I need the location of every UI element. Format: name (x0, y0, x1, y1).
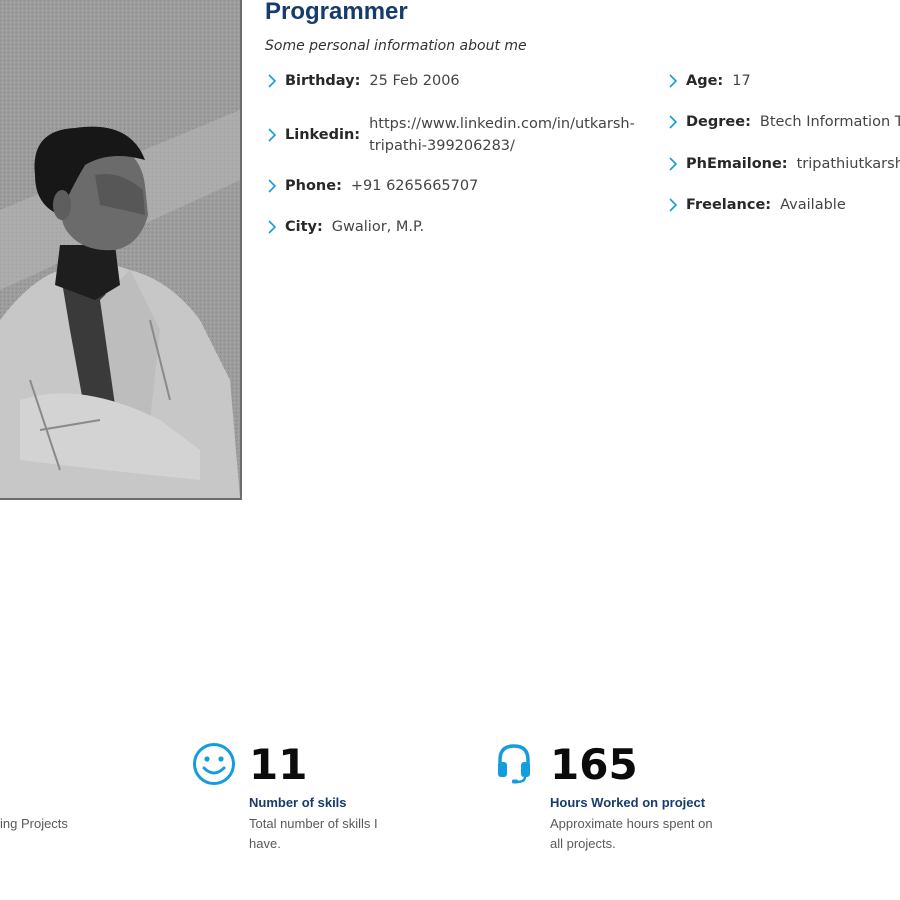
chevron-right-icon (268, 220, 277, 234)
info-label: Degree: (686, 114, 751, 130)
chevron-right-icon (268, 179, 277, 193)
info-freelance: Freelance: Available (666, 197, 900, 213)
page-title: Programmer (265, 0, 408, 25)
info-value: Available (780, 197, 846, 213)
info-label: City: (285, 219, 323, 235)
info-label: Birthday: (285, 73, 361, 89)
info-value: 17 (732, 73, 751, 89)
linkedin-link[interactable]: https://www.linkedin.com/in/utkarsh-trip… (369, 113, 639, 157)
smiley-icon (193, 743, 235, 785)
profile-photo (0, 0, 242, 500)
counter-number: 165 (550, 740, 638, 789)
info-value: +91 6265665707 (350, 178, 479, 194)
chevron-right-icon (268, 128, 277, 142)
info-phone: Phone: +91 6265665707 (265, 178, 478, 194)
counter-desc: Total number of skills I have. (249, 816, 378, 851)
info-value: Btech Information Te (759, 114, 900, 130)
info-birthday: Birthday: 25 Feb 2006 (265, 73, 460, 89)
info-age: Age: 17 (666, 73, 900, 89)
info-label: Age: (686, 73, 724, 89)
info-value: tripathiutkarsh3 (796, 156, 900, 172)
info-value: Gwalior, M.P. (331, 219, 425, 235)
headset-icon (498, 744, 530, 784)
info-city: City: Gwalior, M.P. (265, 219, 424, 235)
counter-desc: Approximate hours spent on all projects. (550, 816, 713, 851)
info-linkedin: Linkedin: https://www.linkedin.com/in/ut… (265, 113, 639, 157)
chevron-right-icon (268, 74, 277, 88)
counter-number: 11 (249, 740, 308, 789)
page-subtitle: Some personal information about me (265, 38, 527, 54)
counter-title: Number of skils (249, 795, 347, 810)
info-label: Linkedin: (285, 127, 361, 143)
chevron-right-icon (669, 157, 678, 171)
info-label: Freelance: (686, 197, 772, 213)
info-label: Phone: (285, 178, 342, 194)
counter-desc: ing Projects (0, 816, 68, 831)
info-degree: Degree: Btech Information Te (666, 114, 900, 130)
info-email: PhEmailone: tripathiutkarsh3 (666, 156, 900, 172)
chevron-right-icon (669, 74, 678, 88)
counter-title: Hours Worked on project (550, 795, 706, 810)
chevron-right-icon (669, 115, 678, 129)
chevron-right-icon (669, 198, 678, 212)
info-label: PhEmailone: (686, 156, 788, 172)
info-value: 25 Feb 2006 (369, 73, 460, 89)
